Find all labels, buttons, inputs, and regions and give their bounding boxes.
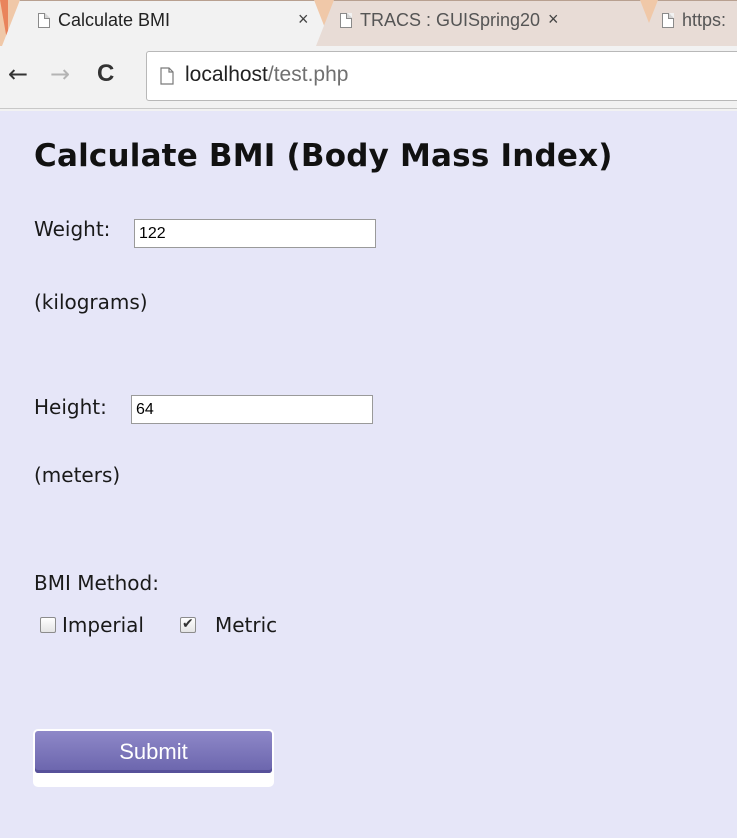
- reload-icon[interactable]: C: [97, 62, 114, 86]
- back-arrow-icon[interactable]: ←: [8, 62, 28, 86]
- submit-button-container: Submit: [33, 729, 274, 787]
- page-icon: [340, 13, 352, 28]
- page-content: Calculate BMI (Body Mass Index) Weight: …: [0, 111, 737, 838]
- tab-calculate-bmi[interactable]: Calculate BMI ×: [2, 0, 332, 46]
- tab-close-icon[interactable]: ×: [548, 9, 559, 30]
- url-text: localhost/test.php: [185, 63, 348, 87]
- tab-https[interactable]: https:: [640, 0, 737, 46]
- height-unit-label: (meters): [34, 463, 121, 487]
- tab-tracs[interactable]: TRACS : GUISpring20 ×: [316, 0, 658, 46]
- tab-strip: Calculate BMI × TRACS : GUISpring20 × ht…: [0, 0, 737, 46]
- address-bar[interactable]: localhost/test.php: [146, 51, 737, 101]
- url-path: /test.php: [267, 63, 349, 86]
- url-host: localhost: [185, 63, 268, 86]
- weight-input[interactable]: [134, 219, 376, 248]
- submit-button[interactable]: Submit: [35, 731, 272, 773]
- page-icon: [160, 67, 174, 85]
- metric-checkbox[interactable]: ✔: [180, 616, 196, 633]
- browser-toolbar: ← → C localhost/test.php: [0, 46, 737, 109]
- tab-title: TRACS : GUISpring20: [360, 10, 540, 30]
- height-label: Height:: [34, 395, 107, 419]
- page-icon: [38, 13, 50, 28]
- bmi-method-label: BMI Method:: [34, 571, 159, 595]
- imperial-label: Imperial: [62, 613, 144, 637]
- tab-title: https:: [682, 10, 727, 30]
- page-icon: [662, 13, 674, 28]
- forward-arrow-icon[interactable]: →: [50, 62, 70, 86]
- tab-close-icon[interactable]: ×: [298, 9, 309, 30]
- imperial-checkbox[interactable]: [40, 617, 56, 633]
- weight-unit-label: (kilograms): [34, 290, 148, 314]
- page-title: Calculate BMI (Body Mass Index): [34, 138, 613, 174]
- tab-title: Calculate BMI: [58, 10, 171, 30]
- checkmark-icon: ✔: [182, 616, 194, 632]
- browser-chrome: Calculate BMI × TRACS : GUISpring20 × ht…: [0, 0, 737, 111]
- metric-label: Metric: [215, 613, 278, 637]
- height-input[interactable]: [131, 395, 373, 424]
- weight-label: Weight:: [34, 217, 111, 241]
